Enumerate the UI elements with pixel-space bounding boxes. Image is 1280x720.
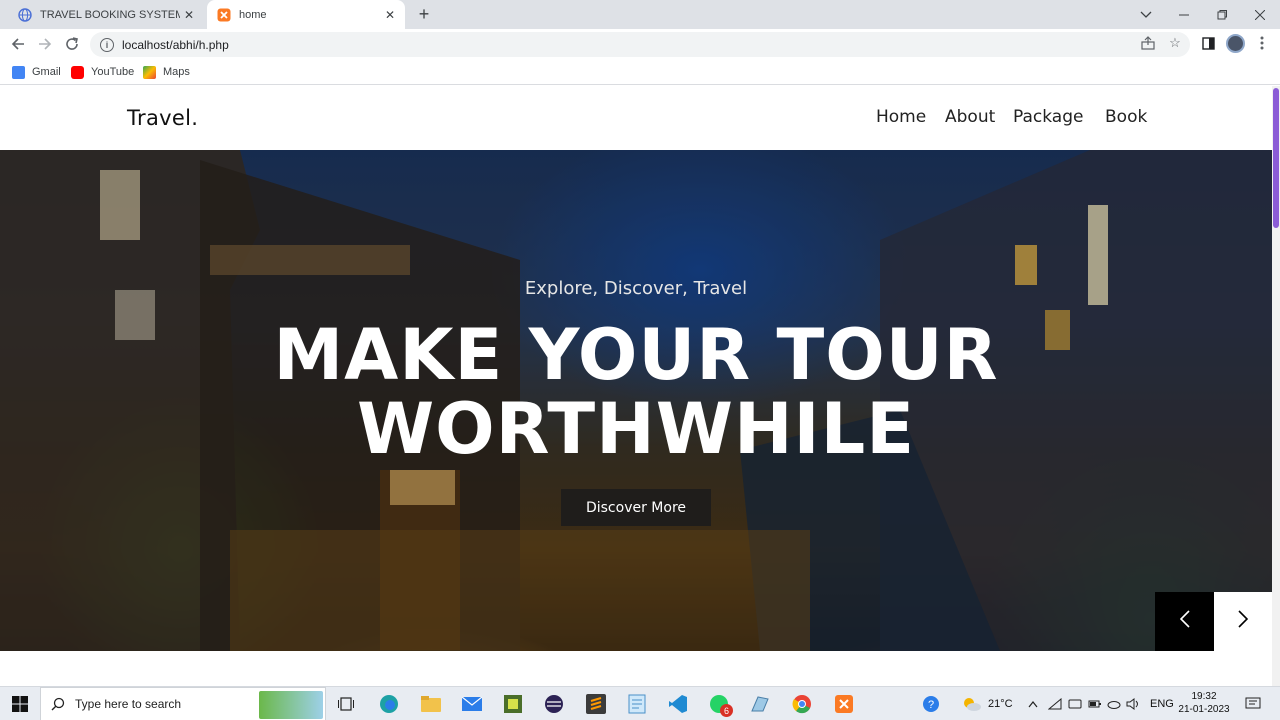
share-icon[interactable] (1140, 35, 1156, 51)
nav-package[interactable]: Package (1013, 107, 1083, 127)
weather-widget[interactable]: 21°C (962, 687, 1013, 720)
clock-date: 21-01-2023 (1178, 704, 1230, 715)
bookmark-gmail[interactable]: Gmail (12, 64, 61, 80)
discover-more-button[interactable]: Discover More (561, 489, 711, 526)
mail-icon[interactable] (461, 693, 483, 715)
close-icon[interactable]: ✕ (180, 6, 198, 24)
bookmarks-bar: Gmail YouTube Maps (0, 59, 1280, 85)
language-indicator[interactable]: ENG (1150, 687, 1174, 720)
circuit-app-icon[interactable] (502, 693, 524, 715)
minimize-icon[interactable] (1165, 0, 1203, 29)
site-logo[interactable]: Travel. (127, 106, 198, 130)
xampp-taskbar-icon[interactable] (833, 693, 855, 715)
chevron-right-icon (1238, 610, 1249, 633)
side-panel-icon[interactable] (1200, 35, 1216, 51)
forward-icon[interactable] (34, 33, 56, 55)
volume-icon[interactable] (1126, 687, 1140, 720)
close-window-icon[interactable] (1241, 0, 1279, 29)
app-icon[interactable] (749, 693, 771, 715)
taskbar-clock[interactable]: 19:32 21-01-2023 (1176, 690, 1232, 716)
search-highlight-image (259, 691, 323, 719)
cloud-icon[interactable] (1107, 687, 1121, 720)
vscode-icon[interactable] (667, 693, 689, 715)
nav-home[interactable]: Home (876, 107, 926, 127)
globe-icon (18, 7, 32, 22)
battery-icon[interactable] (1088, 687, 1102, 720)
hero-title-line-1: MAKE YOUR TOUR (273, 314, 999, 396)
tab-home[interactable]: home ✕ (207, 0, 405, 29)
notification-center-icon[interactable] (1245, 687, 1261, 720)
taskbar-search-input[interactable]: Type here to search (40, 687, 326, 720)
sublime-text-icon[interactable] (585, 693, 607, 715)
back-icon[interactable] (7, 33, 29, 55)
close-icon[interactable]: ✕ (381, 6, 399, 24)
gmail-icon (12, 65, 25, 79)
scrollbar-thumb[interactable] (1273, 88, 1279, 228)
slider-prev-button[interactable] (1155, 592, 1214, 651)
youtube-icon (71, 65, 84, 79)
temperature-text: 21°C (988, 698, 1013, 710)
chevron-left-icon (1179, 610, 1190, 633)
file-explorer-icon[interactable] (420, 693, 442, 715)
bookmark-label: Gmail (32, 66, 61, 78)
weather-icon (962, 696, 982, 712)
windows-taskbar: Type here to search 6 ? 21°C ENG 19:32 2… (0, 686, 1280, 720)
page-scrollbar[interactable] (1272, 86, 1280, 686)
xampp-icon (217, 8, 231, 22)
nav-about[interactable]: About (945, 107, 995, 127)
new-tab-button[interactable]: + (414, 4, 434, 24)
search-icon (51, 697, 65, 711)
avatar[interactable] (1226, 34, 1245, 53)
browser-toolbar: i localhost/abhi/h.php ☆ (0, 29, 1280, 59)
bookmark-maps[interactable]: Maps (143, 64, 190, 80)
hero-banner: Explore, Discover, Travel MAKE YOUR TOUR… (0, 150, 1272, 651)
chrome-icon[interactable] (791, 693, 813, 715)
notification-badge: 6 (720, 704, 733, 717)
svg-text:?: ? (928, 699, 934, 711)
clock-time: 19:32 (1191, 691, 1217, 702)
search-placeholder: Type here to search (75, 697, 182, 711)
show-hidden-icons[interactable] (1028, 687, 1038, 720)
slider-next-button[interactable] (1214, 592, 1272, 651)
site-header: Travel. Home About Package Book (0, 86, 1272, 150)
meet-now-icon[interactable] (1068, 687, 1082, 720)
bookmark-label: Maps (163, 66, 190, 78)
info-icon[interactable]: i (100, 37, 114, 52)
bookmark-youtube[interactable]: YouTube (71, 64, 134, 80)
browser-tabstrip: TRAVEL BOOKING SYSTEM | Prezi ✕ home ✕ + (0, 0, 1280, 29)
more-menu-icon[interactable] (1254, 35, 1270, 51)
task-view-icon[interactable] (335, 693, 357, 715)
reload-icon[interactable] (61, 33, 83, 55)
tab-title: home (239, 8, 267, 21)
url-text: localhost/abhi/h.php (122, 37, 229, 52)
network-icon[interactable] (1048, 687, 1062, 720)
help-icon[interactable]: ? (922, 687, 940, 720)
tab-prezi[interactable]: TRAVEL BOOKING SYSTEM | Prezi ✕ (8, 0, 204, 29)
star-icon[interactable]: ☆ (1167, 35, 1183, 51)
tab-title: TRAVEL BOOKING SYSTEM | Prezi (40, 8, 180, 21)
windows-start-icon[interactable] (9, 693, 31, 715)
whatsapp-icon[interactable]: 6 (708, 693, 733, 717)
hero-title-line-2: WORTHWHILE (356, 388, 916, 470)
address-bar[interactable]: i localhost/abhi/h.php (90, 32, 1190, 57)
hero-title: MAKE YOUR TOUR WORTHWHILE (0, 318, 1272, 466)
nav-book[interactable]: Book (1105, 107, 1147, 127)
edge-icon[interactable] (378, 693, 400, 715)
hero-subtitle: Explore, Discover, Travel (524, 278, 748, 299)
eclipse-icon[interactable] (543, 693, 565, 715)
maps-icon (143, 65, 156, 79)
maximize-icon[interactable] (1203, 0, 1241, 29)
chevron-down-icon[interactable] (1127, 0, 1165, 29)
bookmark-label: YouTube (91, 66, 135, 78)
notepad-icon[interactable] (626, 693, 648, 715)
